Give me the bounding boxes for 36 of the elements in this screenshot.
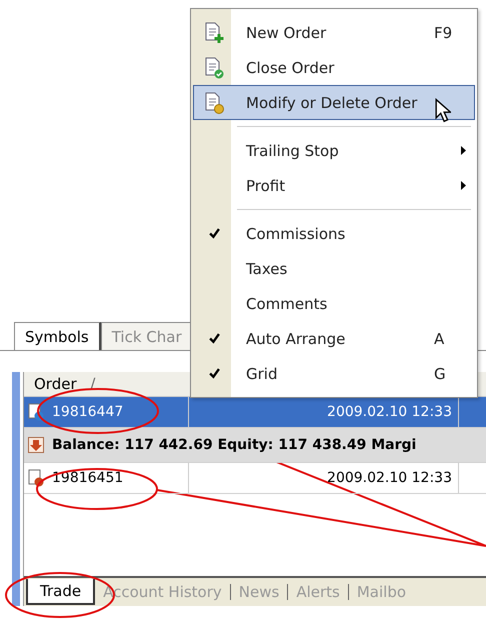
- menu-item[interactable]: Profit: [193, 168, 475, 203]
- checkmark-icon: [208, 368, 220, 379]
- table-cell: 2009.02.10 12:33: [327, 404, 452, 420]
- balance-summary: Balance: 117 442.69 Equity: 117 438.49 Margi: [52, 437, 416, 453]
- shortcut-key: A: [434, 330, 474, 348]
- menu-item[interactable]: Close Order: [193, 50, 475, 85]
- table-row[interactable]: 19816447 2009.02.10 12:33: [24, 397, 486, 428]
- table-cell: 19816447: [52, 404, 124, 420]
- menu-item[interactable]: New Order F9: [193, 15, 475, 50]
- mouse-pointer-icon: [435, 98, 451, 124]
- menu-item[interactable]: Comments: [193, 286, 475, 321]
- table-row[interactable]: 19816451 2009.02.10 12:33: [24, 463, 486, 494]
- tab[interactable]: Symbols: [14, 322, 101, 350]
- checkmark-icon: [208, 333, 220, 344]
- arrow-down-icon: [28, 437, 44, 453]
- order-icon: [28, 469, 44, 487]
- shortcut-key: F9: [434, 24, 474, 42]
- submenu-arrow-icon: [461, 146, 466, 155]
- sort-mark: /: [90, 376, 96, 392]
- checkmark-icon: [208, 228, 220, 239]
- menu-item[interactable]: Taxes: [193, 251, 475, 286]
- column-header[interactable]: Order: [34, 375, 77, 393]
- submenu-arrow-icon: [461, 181, 466, 190]
- tab[interactable]: Trade: [26, 579, 96, 605]
- document-coin-icon: [204, 92, 224, 114]
- menu-item[interactable]: Grid G: [193, 356, 475, 391]
- document-plus-icon: [204, 22, 224, 44]
- table-cell: 2009.02.10 12:33: [327, 470, 452, 486]
- menu-item[interactable]: Auto Arrange A: [193, 321, 475, 356]
- table-cell: 19816451: [52, 470, 124, 486]
- menu-item[interactable]: Trailing Stop: [193, 133, 475, 168]
- menu-item[interactable]: Commissions: [193, 216, 475, 251]
- menu-item[interactable]: Modify or Delete Order: [193, 85, 475, 120]
- shortcut-key: G: [434, 364, 474, 382]
- document-check-icon: [204, 56, 224, 78]
- order-icon: [28, 403, 44, 421]
